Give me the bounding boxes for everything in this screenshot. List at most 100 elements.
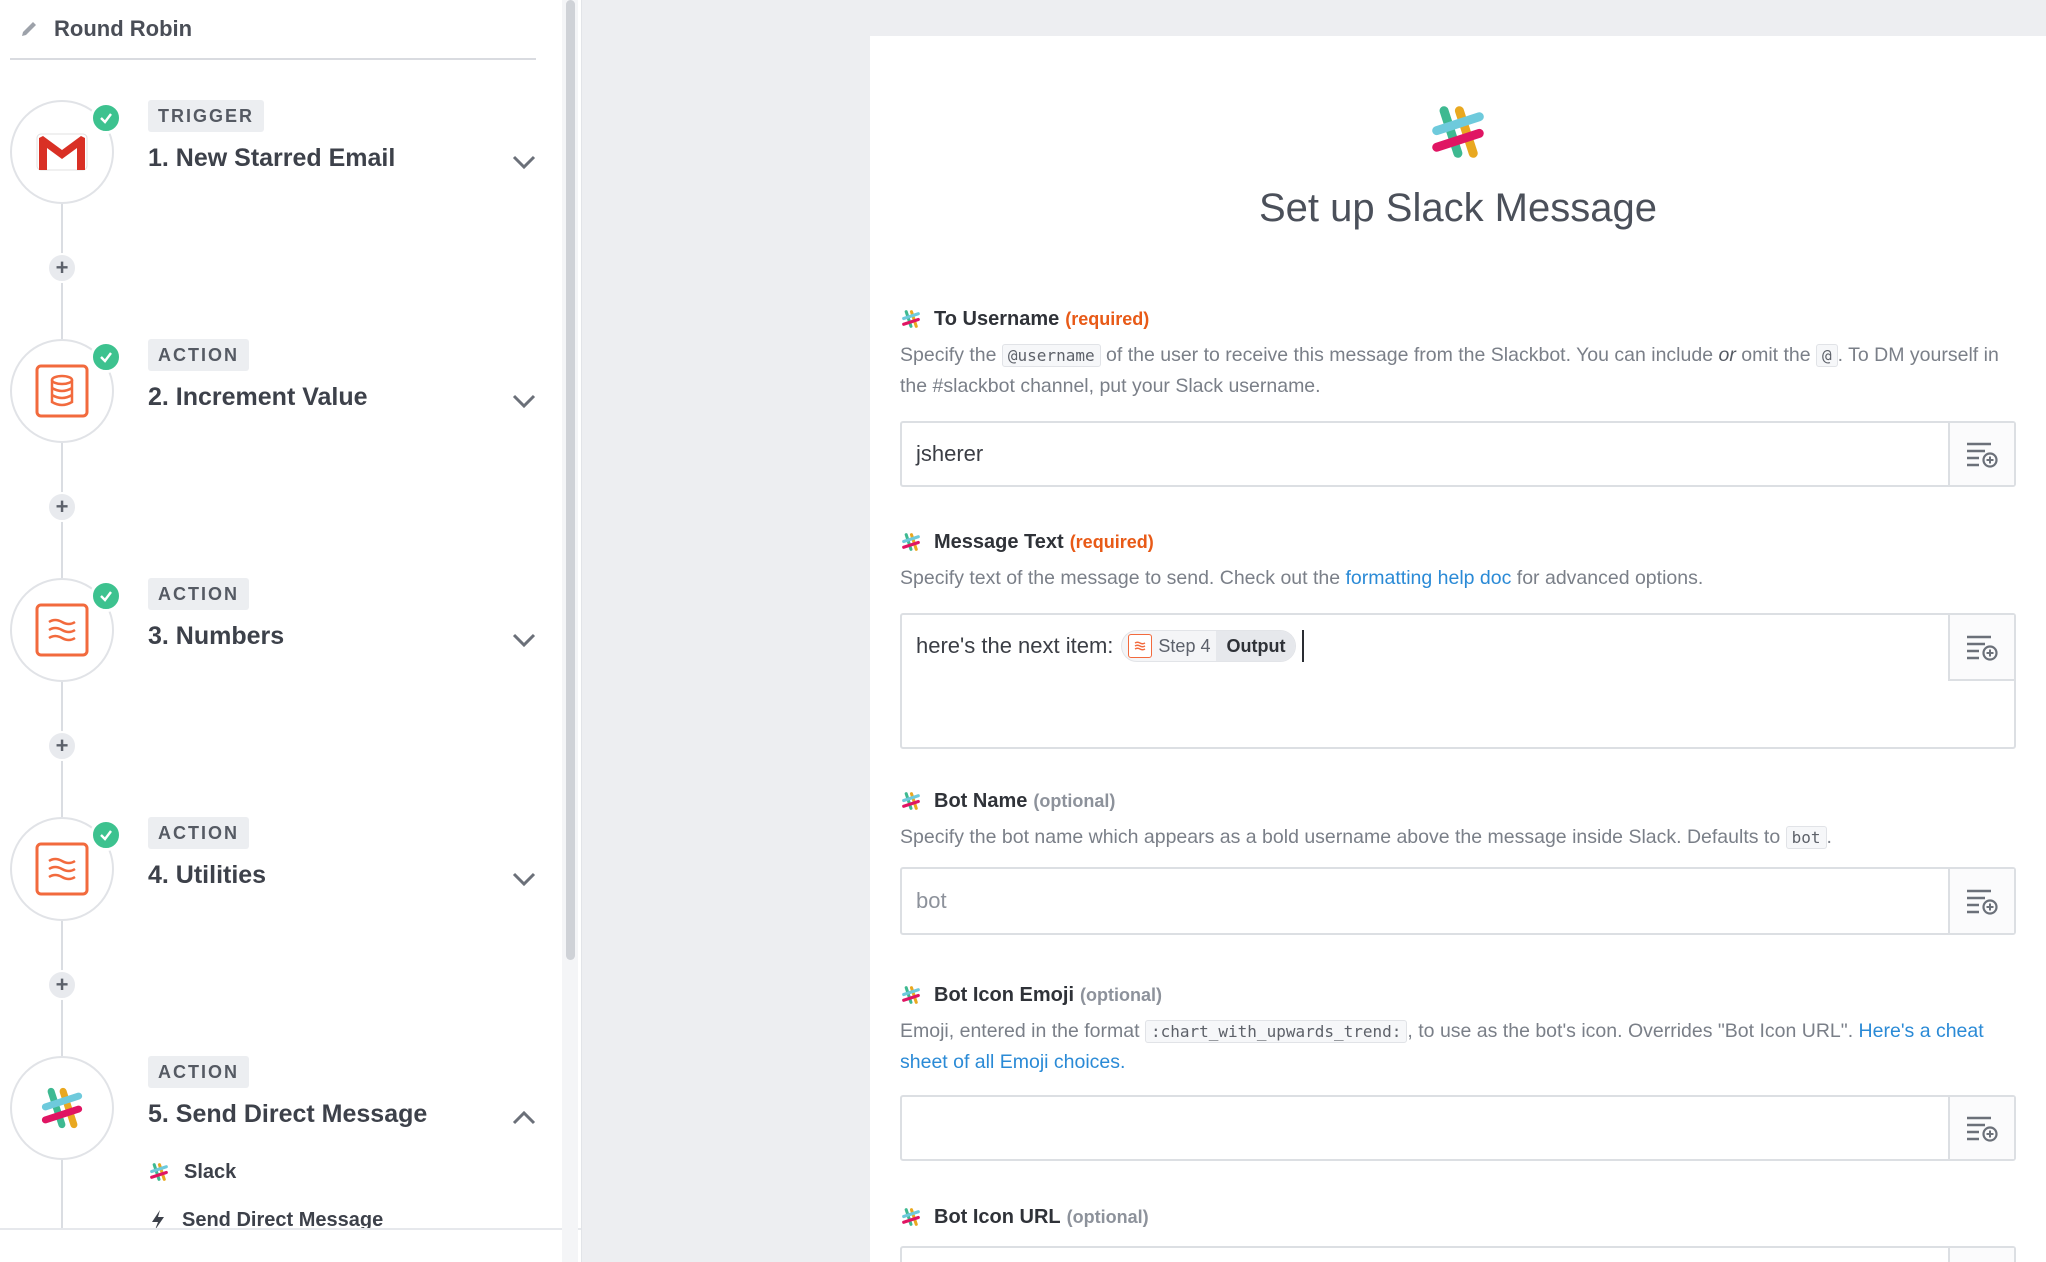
step-title[interactable]: 1. New Starred Email (148, 144, 395, 173)
field-label: Message Text (934, 530, 1064, 553)
bot-name-input[interactable]: bot (902, 869, 1948, 933)
step-complete-check-icon (90, 580, 122, 612)
bot-icon-emoji-input[interactable] (902, 1097, 1948, 1159)
help-text: of the user to receive this message from… (1106, 344, 1714, 366)
insert-data-button[interactable] (1948, 423, 2014, 485)
chevron-down-icon[interactable] (508, 867, 540, 891)
storage-database-icon (35, 364, 89, 418)
help-code: bot (1785, 826, 1827, 849)
optional-badge: (optional) (1033, 790, 1116, 811)
optional-badge: (optional) (1066, 1206, 1149, 1227)
step-title[interactable]: 3. Numbers (148, 622, 284, 651)
insert-data-button[interactable] (1948, 869, 2014, 933)
help-code: :chart_with_upwards_trend: (1144, 1020, 1408, 1043)
add-step-button[interactable]: + (47, 253, 77, 283)
field-label: Bot Icon URL (934, 1205, 1061, 1228)
step-5[interactable]: ACTION 5. Send Direct Message (0, 1056, 560, 1216)
formatter-icon (35, 603, 89, 657)
bot-icon-emoji-input-box (900, 1095, 2016, 1161)
panel-header (870, 100, 2046, 169)
help-text: Specify the (900, 344, 997, 366)
field-bot-icon-emoji: Bot Icon Emoji (optional) Emoji, entered… (900, 980, 2016, 1161)
add-step-button[interactable]: + (47, 731, 77, 761)
field-label-row: Bot Name (optional) (900, 786, 2016, 816)
setup-panel: Set up Slack Message To Username (requir… (870, 36, 2046, 1262)
help-code: @username (1001, 344, 1101, 367)
step-3[interactable]: ACTION 3. Numbers (0, 578, 560, 738)
slack-icon (41, 1087, 83, 1129)
help-text: Specify text of the message to send. Che… (900, 567, 1341, 589)
slack-logo-icon (1432, 106, 1484, 158)
zap-title[interactable]: Round Robin (54, 16, 192, 42)
to-username-input[interactable]: jsherer (902, 423, 1948, 485)
field-bot-icon-url: Bot Icon URL (optional) (900, 1202, 2016, 1262)
bot-name-input-box: bot (900, 867, 2016, 935)
help-text: , to use as the bot's icon. Overrides "B… (1407, 1020, 1854, 1042)
message-text-prefix: here's the next item: (916, 633, 1114, 658)
help-code: @ (1816, 344, 1838, 367)
message-text-textarea[interactable]: here's the next item: Step 4 Output (902, 615, 1948, 669)
page-title: Set up Slack Message (1259, 186, 1657, 230)
insert-data-button[interactable] (1948, 1097, 2014, 1159)
help-text: for advanced options. (1516, 567, 1704, 589)
step-type-badge: ACTION (148, 1056, 249, 1088)
step-4[interactable]: ACTION 4. Utilities (0, 817, 560, 977)
insert-data-button[interactable] (1948, 1248, 2014, 1262)
step-1[interactable]: TRIGGER 1. New Starred Email (0, 100, 560, 260)
field-help-text: Emoji, entered in the format :chart_with… (900, 1016, 2016, 1077)
add-step-button[interactable]: + (47, 970, 77, 1000)
slack-icon (902, 310, 920, 328)
bot-icon-url-input[interactable] (902, 1248, 1948, 1262)
step-title[interactable]: 4. Utilities (148, 861, 266, 890)
step-5-app-item[interactable]: Slack (148, 1157, 236, 1187)
slack-icon (902, 1208, 920, 1226)
to-username-input-box: jsherer (900, 421, 2016, 487)
insert-field-icon (1967, 442, 1998, 468)
chevron-down-icon[interactable] (508, 628, 540, 652)
step-title[interactable]: 5. Send Direct Message (148, 1100, 427, 1129)
field-label-row: Bot Icon URL (optional) (900, 1202, 2016, 1232)
chevron-up-icon[interactable] (508, 1106, 540, 1130)
step-type-badge: ACTION (148, 817, 249, 849)
sidebar-scrollbar-thumb[interactable] (566, 0, 575, 960)
step-app-icon-circle (10, 1056, 114, 1160)
help-text: . (1826, 826, 1832, 848)
help-text: Emoji, entered in the format (900, 1020, 1140, 1042)
step-output-token[interactable]: Step 4 Output (1121, 630, 1297, 662)
step-type-badge: TRIGGER (148, 100, 265, 132)
add-step-button[interactable]: + (47, 492, 77, 522)
field-to-username: To Username (required) Specify the @user… (900, 304, 2016, 487)
slack-icon (902, 986, 920, 1004)
help-text: Specify the bot name which appears as a … (900, 826, 1781, 848)
formatter-icon (1128, 634, 1153, 658)
field-label: To Username (934, 307, 1060, 330)
token-output-label: Output (1216, 631, 1296, 661)
chevron-down-icon[interactable] (508, 389, 540, 413)
insert-data-button[interactable] (1948, 615, 2014, 681)
step-complete-check-icon (90, 102, 122, 134)
gmail-icon (36, 133, 88, 171)
sidebar-bottom-bar (0, 1228, 581, 1262)
field-label: Bot Name (934, 789, 1028, 812)
step-type-badge: ACTION (148, 578, 249, 610)
required-badge: (required) (1069, 531, 1154, 552)
step-5-app-label: Slack (184, 1160, 237, 1183)
formatting-help-link[interactable]: formatting help doc (1346, 567, 1512, 589)
field-bot-name: Bot Name (optional) Specify the bot name… (900, 786, 2016, 935)
zap-title-bar[interactable]: Round Robin (10, 0, 536, 60)
insert-field-icon (1967, 889, 1998, 915)
bot-icon-url-input-box[interactable] (900, 1246, 2016, 1262)
field-label-row: To Username (required) (900, 304, 2016, 334)
step-type-badge: ACTION (148, 339, 249, 371)
pencil-icon[interactable] (14, 14, 44, 44)
step-title[interactable]: 2. Increment Value (148, 383, 368, 412)
optional-badge: (optional) (1080, 984, 1162, 1005)
token-step-label: Step 4 (1158, 635, 1211, 656)
field-help-text: Specify the bot name which appears as a … (900, 822, 2016, 853)
chevron-down-icon[interactable] (508, 150, 540, 174)
step-2[interactable]: ACTION 2. Increment Value (0, 339, 560, 499)
zap-editor-sidebar: Round Robin TRIGGER 1. New Starred Email… (0, 0, 582, 1262)
message-text-content[interactable]: here's the next item: Step 4 Output (902, 623, 1948, 669)
field-help-text: Specify the @username of the user to rec… (900, 340, 2016, 401)
slack-icon (150, 1163, 168, 1181)
